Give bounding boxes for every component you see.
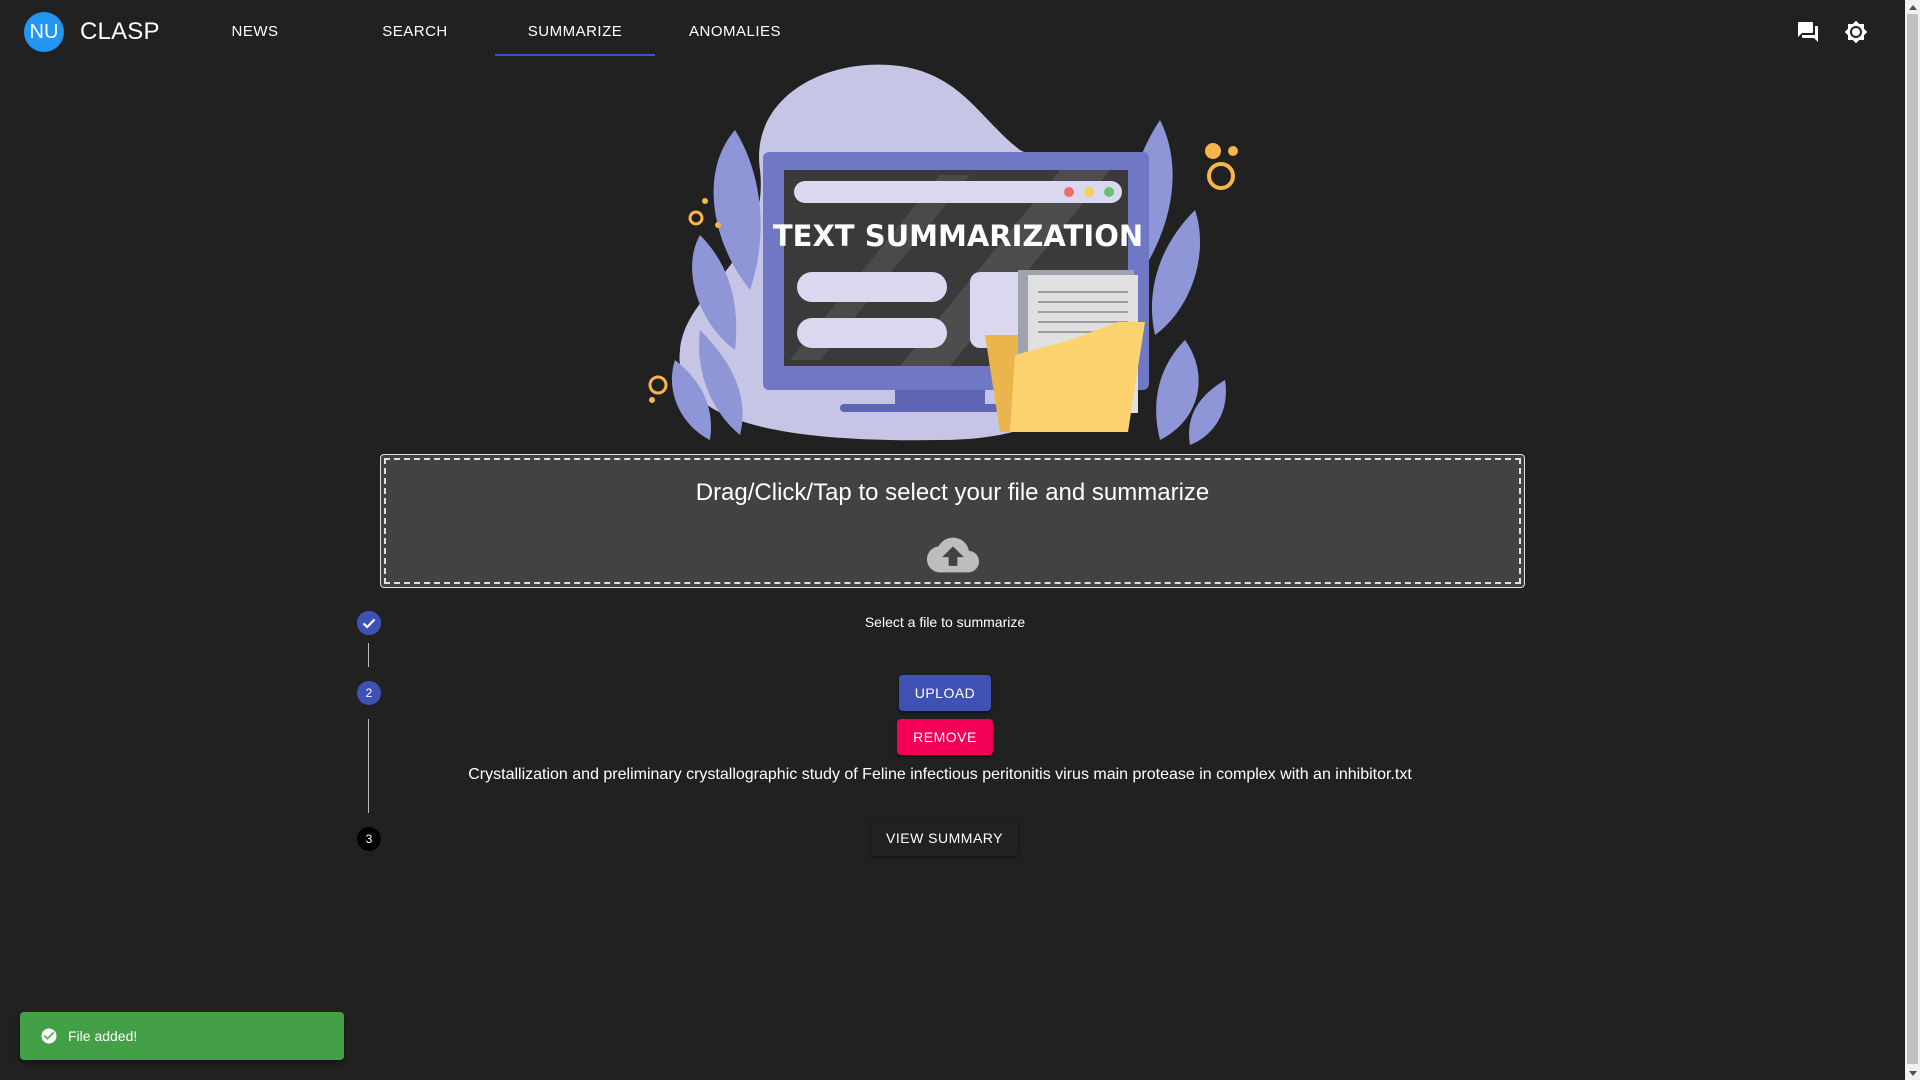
nav-tabs: NEWS SEARCH SUMMARIZE ANOMALIES bbox=[175, 0, 815, 56]
theme-toggle-button[interactable] bbox=[1836, 12, 1876, 52]
file-dropzone[interactable]: Drag/Click/Tap to select your file and s… bbox=[380, 454, 1525, 588]
snackbar-message: File added! bbox=[68, 1028, 138, 1044]
tab-anomalies[interactable]: ANOMALIES bbox=[655, 0, 815, 56]
app-bar: NU CLASP NEWS SEARCH SUMMARIZE ANOMALIES bbox=[0, 0, 1905, 64]
step-connector bbox=[368, 643, 369, 667]
upload-button[interactable]: UPLOAD bbox=[899, 675, 991, 711]
tab-news[interactable]: NEWS bbox=[175, 0, 335, 56]
dropzone-text: Drag/Click/Tap to select your file and s… bbox=[695, 479, 1210, 506]
snackbar: File added! bbox=[20, 1012, 344, 1060]
tab-summarize[interactable]: SUMMARIZE bbox=[495, 0, 655, 56]
step-1-label: Select a file to summarize bbox=[864, 614, 1026, 630]
chat-button[interactable] bbox=[1788, 12, 1828, 52]
brightness-icon bbox=[1844, 20, 1868, 44]
chat-icon bbox=[1798, 22, 1818, 42]
cloud-upload-icon bbox=[926, 535, 979, 580]
scrollbar-thumb[interactable] bbox=[1907, 14, 1918, 1064]
step-1-complete-icon bbox=[357, 611, 381, 635]
check-circle-icon bbox=[40, 1027, 58, 1045]
avatar[interactable]: NU bbox=[24, 12, 64, 52]
step-3-icon: 3 bbox=[357, 827, 381, 851]
step-connector bbox=[368, 719, 369, 813]
selected-file-name: Crystallization and preliminary crystall… bbox=[468, 766, 1412, 783]
hero-illustration: TEXT SUMMARIZATION bbox=[640, 60, 1260, 450]
text-summarization-illustration: TEXT SUMMARIZATION bbox=[648, 64, 1238, 445]
vertical-scrollbar[interactable] bbox=[1905, 0, 1920, 1080]
scroll-up-icon[interactable] bbox=[1905, 0, 1920, 14]
app-title: CLASP bbox=[80, 18, 160, 45]
tab-search[interactable]: SEARCH bbox=[335, 0, 495, 56]
scroll-down-icon[interactable] bbox=[1905, 1066, 1920, 1080]
hero-title: TEXT SUMMARIZATION bbox=[773, 219, 1143, 253]
step-2-icon: 2 bbox=[357, 681, 381, 705]
remove-button[interactable]: REMOVE bbox=[897, 719, 993, 755]
view-summary-button[interactable]: VIEW SUMMARY bbox=[871, 820, 1018, 856]
